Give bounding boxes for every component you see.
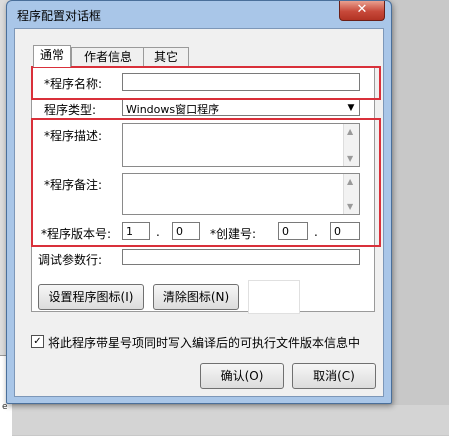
clear-icon-button[interactable]: 清除图标(N) [153, 284, 239, 310]
program-config-dialog: 程序配置对话框 ✕ 通常 作者信息 其它 *程序名称: 程序类型: Window… [6, 0, 392, 404]
program-type-label: 程序类型: [44, 103, 97, 117]
set-icon-button[interactable]: 设置程序图标(I) [38, 284, 144, 310]
tab-author-info[interactable]: 作者信息 [71, 47, 145, 66]
debug-params-label: 调试参数行: [38, 253, 103, 267]
highlight-box-name [31, 66, 381, 100]
dialog-title: 程序配置对话框 [17, 9, 102, 23]
tab-author-info-label: 作者信息 [83, 50, 132, 64]
chevron-down-icon[interactable]: ▼ [344, 101, 358, 115]
write-version-info-checkbox[interactable]: ✓ [31, 335, 44, 348]
tab-other-label: 其它 [153, 50, 178, 64]
program-type-select[interactable]: Windows窗口程序 ▼ [122, 99, 360, 116]
checkmark-icon: ✓ [33, 336, 42, 347]
highlight-box-details [31, 118, 381, 247]
close-icon: ✕ [356, 2, 368, 17]
ok-button[interactable]: 确认(O) [200, 363, 284, 389]
program-icon-preview [248, 280, 300, 314]
tab-other[interactable]: 其它 [143, 47, 189, 66]
close-button[interactable]: ✕ [339, 1, 385, 21]
tab-general[interactable]: 通常 [33, 45, 71, 67]
program-type-value: Windows窗口程序 [126, 103, 220, 116]
background-window-bottom [12, 405, 449, 435]
tab-general-label: 通常 [39, 48, 64, 62]
debug-params-input[interactable] [122, 249, 360, 265]
dialog-client-area: 通常 作者信息 其它 *程序名称: 程序类型: Windows窗口程序 ▼ *程… [14, 28, 384, 397]
cancel-button[interactable]: 取消(C) [292, 363, 376, 389]
write-version-info-label: 将此程序带星号项同时写入编译后的可执行文件版本信息中 [48, 336, 361, 350]
title-bar[interactable]: 程序配置对话框 ✕ [7, 1, 391, 29]
